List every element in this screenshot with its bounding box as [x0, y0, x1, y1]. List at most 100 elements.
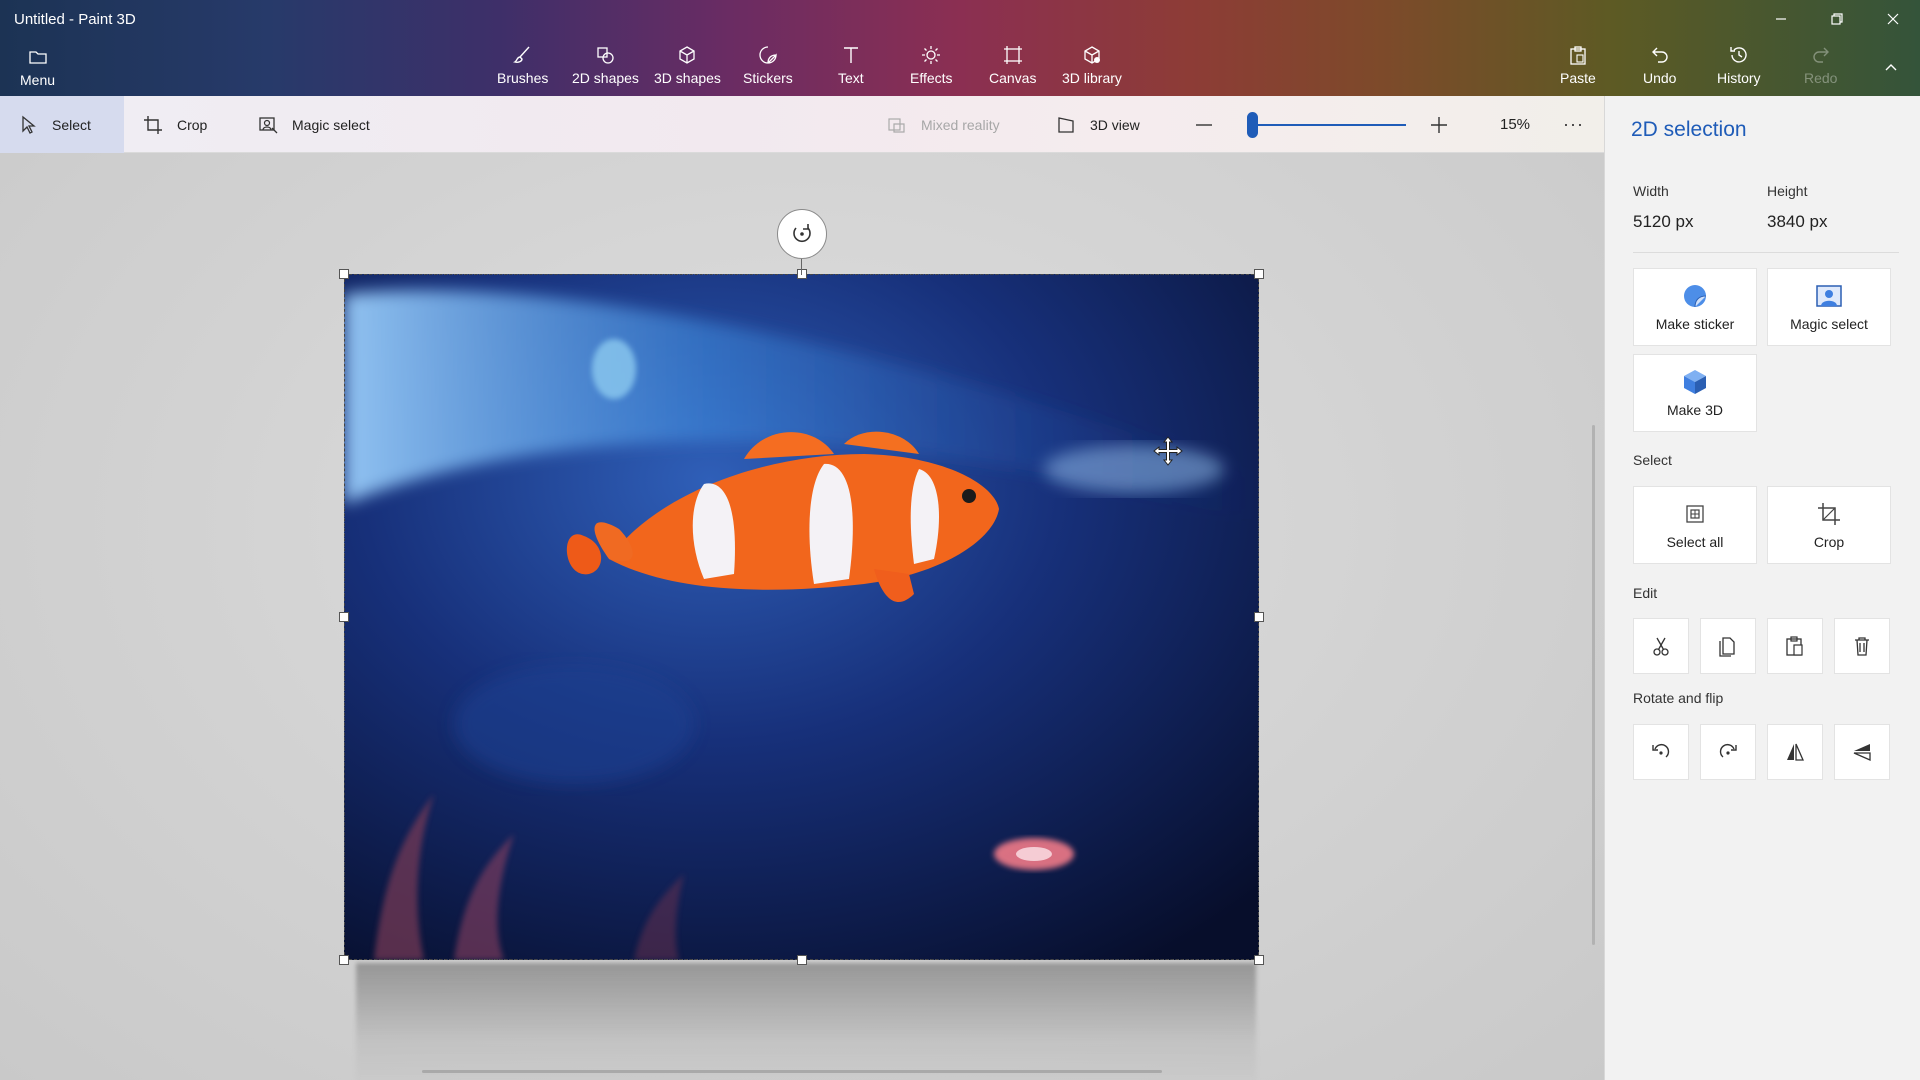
menu-label: Menu [20, 72, 56, 88]
tool-3d-library[interactable]: 3D library [1062, 44, 1122, 86]
make-3d-button[interactable]: Make 3D [1633, 354, 1757, 432]
canvas-icon [1003, 46, 1022, 64]
resize-handle[interactable] [1254, 955, 1264, 965]
tool-effects[interactable]: Effects [910, 44, 953, 86]
crop-tool-button[interactable]: Crop [143, 96, 207, 153]
more-options-button[interactable]: ··· [1563, 114, 1584, 135]
zoom-slider-thumb[interactable] [1247, 112, 1259, 138]
magic-select-tool-button[interactable]: Magic select [258, 96, 370, 153]
tool-label: 3D library [1062, 70, 1122, 86]
restore-button[interactable] [1814, 4, 1860, 34]
width-label: Width [1633, 183, 1669, 199]
magic-select-button[interactable]: Magic select [1767, 268, 1891, 346]
minimize-button[interactable] [1758, 4, 1804, 34]
rotate-left-icon [1652, 743, 1670, 758]
panel-divider [1633, 252, 1899, 253]
select-all-label: Select all [1666, 534, 1724, 550]
history-button[interactable]: History [1717, 44, 1761, 86]
cut-button[interactable] [1633, 618, 1689, 674]
resize-handle[interactable] [797, 269, 807, 279]
delete-icon [1855, 637, 1869, 656]
action-label: Undo [1643, 70, 1677, 86]
copy-button[interactable] [1700, 618, 1756, 674]
select-all-button[interactable]: Select all [1633, 486, 1757, 564]
crop-icon [144, 115, 162, 134]
canvas-workspace[interactable] [0, 153, 1604, 1080]
pointer-icon [22, 115, 36, 134]
cube-icon [1684, 370, 1706, 394]
undo-icon [1651, 47, 1668, 63]
crop-icon [1818, 503, 1840, 525]
tool-label: Brushes [497, 70, 549, 86]
resize-handle[interactable] [1254, 269, 1264, 279]
tool-label: Canvas [989, 70, 1037, 86]
zoom-slider-track[interactable] [1248, 124, 1406, 126]
crop-label: Crop [1813, 534, 1845, 550]
rotate-left-button[interactable] [1633, 724, 1689, 780]
horizontal-scrollbar[interactable] [422, 1070, 1162, 1073]
cut-icon [1653, 637, 1669, 656]
select-tool-button[interactable]: Select [0, 96, 124, 153]
rotate-right-button[interactable] [1700, 724, 1756, 780]
3d-library-icon [1084, 46, 1100, 64]
vertical-scrollbar[interactable] [1592, 425, 1595, 945]
rotate-section-title: Rotate and flip [1633, 690, 1724, 706]
resize-handle[interactable] [797, 955, 807, 965]
panel-title: 2D selection [1631, 118, 1747, 141]
flip-vertical-button[interactable] [1767, 724, 1823, 780]
magic-select-icon [1816, 285, 1842, 307]
width-value[interactable]: 5120 px [1633, 212, 1694, 232]
select-all-icon [1686, 505, 1704, 523]
resize-handle[interactable] [1254, 612, 1264, 622]
tool-text[interactable]: Text [838, 44, 864, 86]
tool-stickers[interactable]: Stickers [743, 44, 793, 86]
make-sticker-button[interactable]: Make sticker [1633, 268, 1757, 346]
height-value[interactable]: 3840 px [1767, 212, 1828, 232]
action-label: Paste [1560, 70, 1596, 86]
zoom-out-button[interactable] [1194, 118, 1214, 132]
tool-label: 2D shapes [572, 70, 639, 86]
tool-3d-shapes[interactable]: 3D shapes [654, 44, 721, 86]
magic-select-icon [259, 116, 278, 133]
resize-handle[interactable] [339, 612, 349, 622]
3d-view-icon [1058, 116, 1074, 133]
collapse-ribbon-button[interactable] [1868, 52, 1914, 82]
action-label: History [1717, 70, 1761, 86]
close-button[interactable] [1870, 4, 1916, 34]
tool-label: 3D shapes [654, 70, 721, 86]
redo-button[interactable]: Redo [1804, 44, 1837, 86]
selection-box[interactable] [344, 274, 1259, 960]
make-3d-label: Make 3D [1666, 402, 1724, 418]
paste-button[interactable] [1767, 618, 1823, 674]
rotate-handle[interactable] [777, 209, 827, 259]
paste-icon [1786, 636, 1803, 656]
tool-canvas[interactable]: Canvas [989, 44, 1036, 86]
tool-brushes[interactable]: Brushes [497, 44, 548, 86]
mixed-reality-button[interactable]: Mixed reality [887, 96, 1000, 153]
crop-label: Crop [177, 116, 208, 133]
flip-horizontal-button[interactable] [1834, 724, 1890, 780]
height-label: Height [1767, 183, 1808, 199]
selection-panel: 2D selection Width 5120 px Height 3840 p… [1604, 96, 1920, 1080]
3d-view-button[interactable]: 3D view [1056, 96, 1140, 153]
resize-handle[interactable] [339, 955, 349, 965]
delete-button[interactable] [1834, 618, 1890, 674]
menu-button[interactable]: Menu [20, 46, 55, 88]
folder-icon [28, 51, 47, 64]
crop-button[interactable]: Crop [1767, 486, 1891, 564]
window-title: Untitled - Paint 3D [14, 11, 136, 28]
paste-icon [1570, 46, 1586, 65]
magic-select-label: Magic select [292, 116, 370, 133]
cube-icon [679, 46, 696, 64]
title-ribbon: Untitled - Paint 3D Menu Brushes 2D shap… [0, 0, 1920, 96]
tool-2d-shapes[interactable]: 2D shapes [572, 44, 639, 86]
sun-icon [922, 46, 941, 64]
paste-button[interactable]: Paste [1560, 44, 1596, 86]
undo-button[interactable]: Undo [1643, 44, 1676, 86]
close-icon [1887, 13, 1899, 25]
sticker-icon [759, 46, 777, 64]
resize-handle[interactable] [339, 269, 349, 279]
tool-label: Text [838, 70, 864, 86]
flip-horizontal-icon [1853, 744, 1871, 761]
zoom-in-button[interactable] [1430, 116, 1448, 134]
